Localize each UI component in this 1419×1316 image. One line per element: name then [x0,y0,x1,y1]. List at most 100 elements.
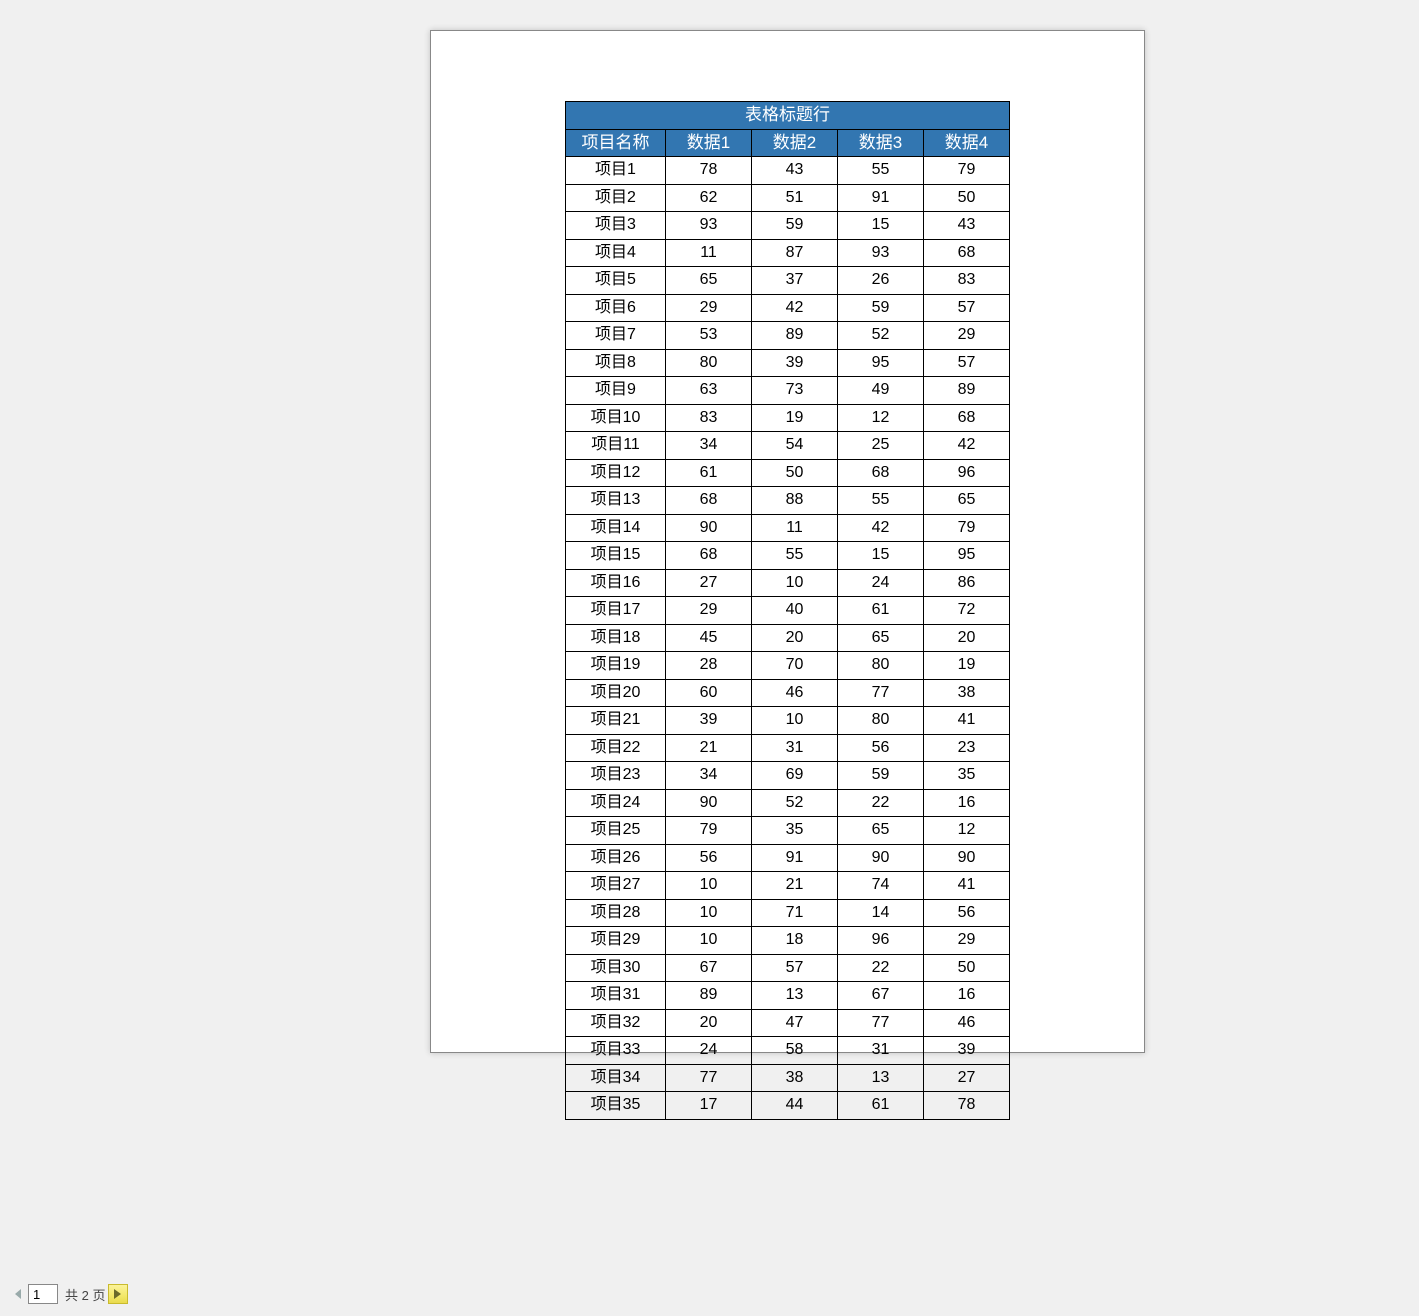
column-header: 数据3 [838,129,924,157]
row-data-cell: 29 [924,322,1010,350]
row-data-cell: 80 [838,652,924,680]
row-name-cell: 项目18 [566,624,666,652]
data-table: 表格标题行 项目名称数据1数据2数据3数据4 项目178435579项目2625… [565,101,1010,1120]
row-data-cell: 49 [838,377,924,405]
table-row: 项目1627102486 [566,569,1010,597]
row-name-cell: 项目3 [566,212,666,240]
row-data-cell: 27 [924,1064,1010,1092]
row-name-cell: 项目26 [566,844,666,872]
row-name-cell: 项目2 [566,184,666,212]
table-row: 项目178435579 [566,157,1010,185]
row-data-cell: 77 [838,1009,924,1037]
row-data-cell: 10 [752,569,838,597]
row-data-cell: 54 [752,432,838,460]
row-data-cell: 20 [924,624,1010,652]
table-row: 项目1845206520 [566,624,1010,652]
row-data-cell: 19 [752,404,838,432]
row-data-cell: 57 [924,349,1010,377]
table-row: 项目1261506896 [566,459,1010,487]
row-data-cell: 59 [838,762,924,790]
row-data-cell: 11 [752,514,838,542]
row-data-cell: 86 [924,569,1010,597]
row-data-cell: 60 [666,679,752,707]
row-data-cell: 41 [924,707,1010,735]
row-name-cell: 项目4 [566,239,666,267]
row-data-cell: 80 [838,707,924,735]
page-number-input[interactable] [28,1284,58,1304]
row-data-cell: 39 [924,1037,1010,1065]
row-data-cell: 21 [666,734,752,762]
row-data-cell: 61 [666,459,752,487]
table-row: 项目880399557 [566,349,1010,377]
row-data-cell: 34 [666,432,752,460]
row-name-cell: 项目14 [566,514,666,542]
row-data-cell: 79 [666,817,752,845]
row-data-cell: 11 [666,239,752,267]
row-data-cell: 77 [666,1064,752,1092]
table-row: 项目2221315623 [566,734,1010,762]
row-data-cell: 29 [924,927,1010,955]
row-data-cell: 39 [666,707,752,735]
table-row: 项目3189136716 [566,982,1010,1010]
row-data-cell: 65 [838,624,924,652]
row-data-cell: 10 [666,872,752,900]
table-row: 项目393591543 [566,212,1010,240]
table-row: 项目2710217441 [566,872,1010,900]
row-data-cell: 63 [666,377,752,405]
print-preview-page: 表格标题行 项目名称数据1数据2数据3数据4 项目178435579项目2625… [430,30,1145,1053]
row-name-cell: 项目9 [566,377,666,405]
row-data-cell: 43 [924,212,1010,240]
row-data-cell: 37 [752,267,838,295]
row-data-cell: 90 [666,789,752,817]
table-row: 项目2910189629 [566,927,1010,955]
row-name-cell: 项目21 [566,707,666,735]
table-row: 项目2579356512 [566,817,1010,845]
row-name-cell: 项目24 [566,789,666,817]
row-data-cell: 34 [666,762,752,790]
row-data-cell: 68 [838,459,924,487]
row-data-cell: 29 [666,597,752,625]
row-name-cell: 项目32 [566,1009,666,1037]
row-data-cell: 57 [752,954,838,982]
row-data-cell: 61 [838,597,924,625]
row-data-cell: 93 [666,212,752,240]
row-data-cell: 10 [666,927,752,955]
prev-page-button[interactable] [12,1286,24,1302]
table-row: 项目1928708019 [566,652,1010,680]
row-name-cell: 项目17 [566,597,666,625]
next-page-button[interactable] [108,1284,128,1304]
table-row: 项目963734989 [566,377,1010,405]
table-row: 项目3517446178 [566,1092,1010,1120]
row-data-cell: 40 [752,597,838,625]
row-data-cell: 45 [666,624,752,652]
row-data-cell: 41 [924,872,1010,900]
row-data-cell: 83 [924,267,1010,295]
table-row: 项目1368885565 [566,487,1010,515]
row-data-cell: 65 [924,487,1010,515]
row-data-cell: 72 [924,597,1010,625]
column-header: 数据4 [924,129,1010,157]
row-data-cell: 26 [838,267,924,295]
row-name-cell: 项目20 [566,679,666,707]
row-name-cell: 项目1 [566,157,666,185]
table-row: 项目2139108041 [566,707,1010,735]
row-data-cell: 91 [838,184,924,212]
row-data-cell: 87 [752,239,838,267]
row-data-cell: 10 [666,899,752,927]
table-row: 项目565372683 [566,267,1010,295]
row-data-cell: 31 [838,1037,924,1065]
table-row: 项目262519150 [566,184,1010,212]
row-data-cell: 35 [752,817,838,845]
row-data-cell: 12 [838,404,924,432]
row-name-cell: 项目34 [566,1064,666,1092]
row-name-cell: 项目28 [566,899,666,927]
row-data-cell: 67 [666,954,752,982]
table-row: 项目1083191268 [566,404,1010,432]
row-data-cell: 50 [924,184,1010,212]
row-data-cell: 55 [838,487,924,515]
row-name-cell: 项目31 [566,982,666,1010]
column-header: 项目名称 [566,129,666,157]
row-data-cell: 20 [666,1009,752,1037]
row-data-cell: 95 [924,542,1010,570]
row-name-cell: 项目6 [566,294,666,322]
